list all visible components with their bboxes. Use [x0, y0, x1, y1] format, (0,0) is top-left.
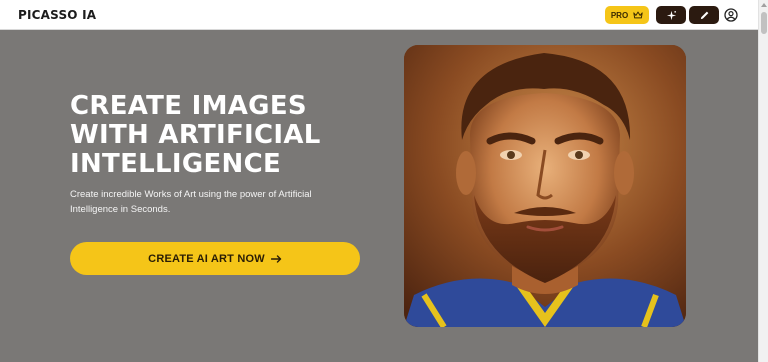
- sparkle-icon: [666, 10, 676, 20]
- hero-subtitle: Create incredible Works of Art using the…: [70, 189, 312, 215]
- pro-label: PRO: [610, 10, 629, 20]
- edit-button[interactable]: [689, 6, 719, 24]
- generate-button[interactable]: [656, 6, 686, 24]
- hero-title: CREATE IMAGES WITH ARTIFICIAL INTELLIGEN…: [70, 91, 321, 179]
- arrow-right-icon: [270, 254, 282, 263]
- scrollbar-thumb[interactable]: [761, 12, 767, 34]
- user-circle-icon[interactable]: [724, 8, 738, 22]
- site-logo[interactable]: PICASSO IA: [18, 8, 96, 22]
- scroll-up-arrow-icon[interactable]: [761, 3, 767, 7]
- crown-icon: [633, 11, 643, 19]
- portrait-illustration: [404, 45, 686, 327]
- top-nav-bar: PICASSO IA PRO: [0, 0, 758, 30]
- cta-label: CREATE AI ART NOW: [148, 252, 265, 265]
- pro-button[interactable]: PRO: [605, 6, 649, 24]
- create-ai-art-button[interactable]: CREATE AI ART NOW: [70, 242, 360, 275]
- hero-portrait-image: [404, 45, 686, 327]
- pencil-icon: [700, 11, 708, 19]
- vertical-scrollbar[interactable]: [758, 0, 768, 362]
